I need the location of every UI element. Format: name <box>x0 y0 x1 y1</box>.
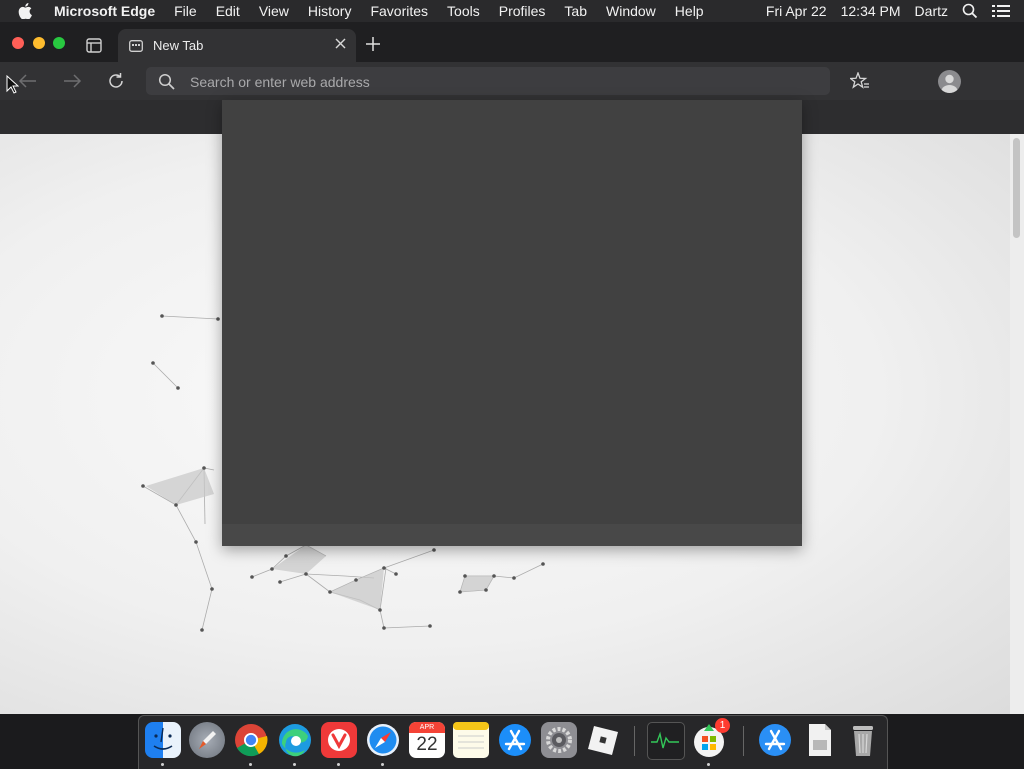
dock-launchpad-icon[interactable] <box>189 722 225 760</box>
blank-dropdown-panel[interactable] <box>222 100 802 546</box>
tab-strip: New Tab <box>0 22 1024 62</box>
dock-edge-icon[interactable] <box>277 722 313 760</box>
dock-safari-running-dot <box>381 763 384 766</box>
dock-separator <box>634 726 635 756</box>
dock-separator <box>743 726 744 756</box>
menu-profiles[interactable]: Profiles <box>499 3 546 19</box>
menubar-date[interactable]: Fri Apr 22 <box>766 3 827 19</box>
dock-applications-folder-icon[interactable] <box>757 722 793 760</box>
spotlight-search-icon[interactable] <box>962 3 978 19</box>
menu-help[interactable]: Help <box>675 3 704 19</box>
control-center-list-icon[interactable] <box>992 4 1010 18</box>
dock-chrome-icon[interactable] <box>233 722 269 760</box>
menu-window[interactable]: Window <box>606 3 656 19</box>
menu-tools[interactable]: Tools <box>447 3 480 19</box>
back-arrow-icon[interactable] <box>18 72 38 90</box>
dock-autoupdate-running-dot <box>707 763 710 766</box>
address-bar[interactable] <box>146 67 830 97</box>
dock-finder-icon[interactable] <box>145 722 181 760</box>
menu-view[interactable]: View <box>259 3 289 19</box>
dock-notes-icon[interactable] <box>453 722 489 760</box>
browser-toolbar <box>0 62 1024 100</box>
apple-menu-icon[interactable] <box>18 3 38 19</box>
close-tab-icon[interactable] <box>335 38 346 49</box>
new-tab-plus-icon[interactable] <box>366 37 380 51</box>
dock-roblox-icon[interactable] <box>585 722 621 760</box>
window-minimize-button[interactable] <box>33 37 45 49</box>
dock-vivaldi-running-dot <box>337 763 340 766</box>
dock-trash-icon[interactable] <box>845 722 881 760</box>
dock: APR 22 1 <box>138 715 888 769</box>
calendar-day: 22 <box>416 734 438 755</box>
dock-calendar-icon[interactable]: APR 22 <box>409 722 445 760</box>
dock-safari-icon[interactable] <box>365 722 401 760</box>
dock-document-icon[interactable] <box>801 722 837 760</box>
new-tab-page-icon <box>129 39 143 52</box>
profile-avatar-icon[interactable] <box>938 70 961 93</box>
menu-bar: Microsoft Edge File Edit View History Fa… <box>0 0 1024 22</box>
menu-edit[interactable]: Edit <box>216 3 240 19</box>
tab-actions-icon[interactable] <box>86 38 102 58</box>
window-close-button[interactable] <box>12 37 24 49</box>
search-icon <box>158 73 175 90</box>
window-zoom-button[interactable] <box>53 37 65 49</box>
page-scrollbar-thumb[interactable] <box>1013 138 1020 238</box>
dock-app-store-icon[interactable] <box>497 722 533 760</box>
dock-microsoft-autoupdate-icon[interactable]: 1 <box>691 718 730 760</box>
forward-arrow-icon[interactable] <box>62 72 82 90</box>
menu-history[interactable]: History <box>308 3 352 19</box>
tab-title: New Tab <box>153 38 204 53</box>
autoupdate-badge: 1 <box>715 718 730 733</box>
menu-file[interactable]: File <box>174 3 197 19</box>
refresh-icon[interactable] <box>107 72 125 90</box>
tab-new-tab[interactable]: New Tab <box>118 29 356 62</box>
dock-activity-monitor-icon[interactable] <box>647 722 685 760</box>
app-name-menu[interactable]: Microsoft Edge <box>54 3 155 19</box>
calendar-month: APR <box>409 722 445 733</box>
dock-chrome-running-dot <box>249 763 252 766</box>
address-input[interactable] <box>188 67 792 97</box>
dock-edge-running-dot <box>293 763 296 766</box>
mouse-cursor-icon <box>6 74 20 99</box>
dock-vivaldi-icon[interactable] <box>321 722 357 760</box>
dock-system-preferences-icon[interactable] <box>541 722 577 760</box>
favorites-star-icon[interactable] <box>850 72 870 90</box>
menu-favorites[interactable]: Favorites <box>370 3 428 19</box>
menubar-user[interactable]: Dartz <box>915 3 948 19</box>
menubar-time[interactable]: 12:34 PM <box>841 3 901 19</box>
menu-tab[interactable]: Tab <box>564 3 587 19</box>
dock-finder-running-dot <box>161 763 164 766</box>
dropdown-panel-footer <box>222 524 802 546</box>
status-area: Fri Apr 22 12:34 PM Dartz <box>766 0 1024 22</box>
